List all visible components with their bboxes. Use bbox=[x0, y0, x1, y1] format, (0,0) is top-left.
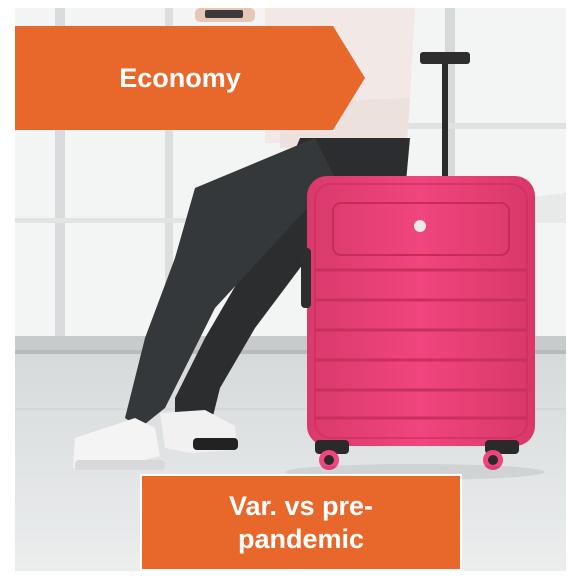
variation-badge: Var. vs pre-pandemic bbox=[140, 474, 462, 571]
economy-badge: Economy bbox=[15, 26, 365, 130]
variation-label: Var. vs pre-pandemic bbox=[228, 490, 374, 554]
economy-label: Economy bbox=[119, 62, 241, 93]
